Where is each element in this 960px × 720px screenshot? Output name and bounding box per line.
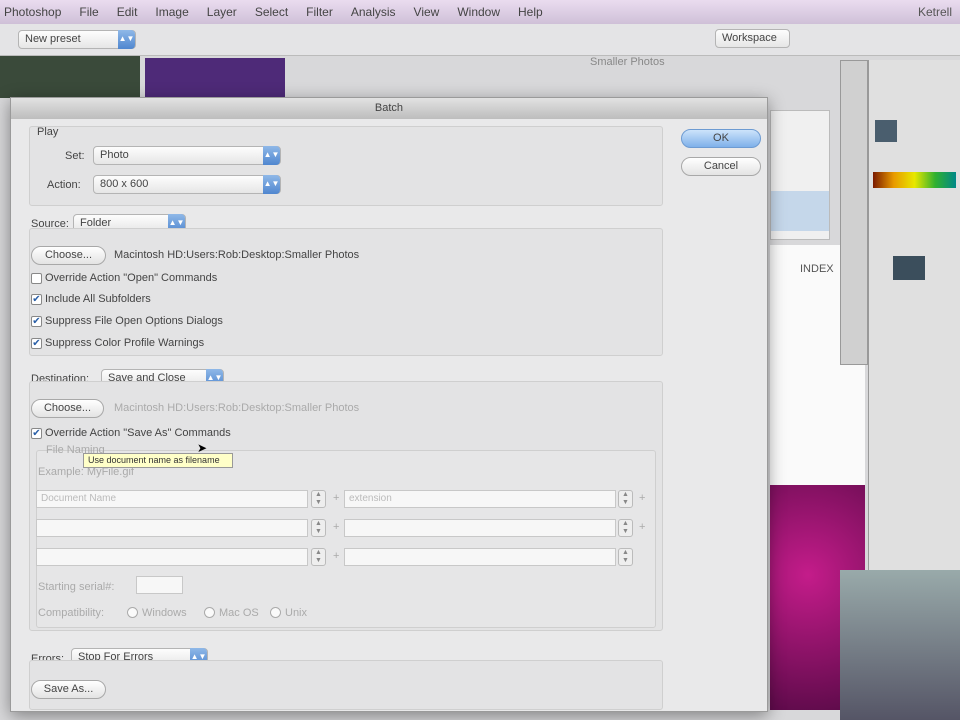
menu-edit[interactable]: Edit bbox=[117, 5, 138, 19]
menu-filter[interactable]: Filter bbox=[306, 5, 333, 19]
set-value: Photo bbox=[100, 149, 129, 161]
plus-3: + bbox=[333, 521, 340, 533]
serial-input[interactable] bbox=[136, 576, 183, 594]
naming-stepper-3[interactable]: ▲ ▼ bbox=[311, 519, 326, 537]
windows-radio[interactable] bbox=[127, 607, 138, 618]
color-swatch[interactable] bbox=[875, 120, 897, 142]
menu-layer[interactable]: Layer bbox=[207, 5, 237, 19]
naming-stepper-2[interactable]: ▲ ▼ bbox=[618, 490, 633, 508]
action-value: 800 x 600 bbox=[100, 178, 149, 190]
include-subfolders-label: Include All Subfolders bbox=[45, 293, 151, 305]
destination-choose-button[interactable]: Choose... bbox=[31, 399, 104, 418]
windows-label: Windows bbox=[142, 607, 187, 619]
override-save-as-checkbox[interactable]: ✔ bbox=[31, 428, 42, 439]
menubar-user[interactable]: Ketrell bbox=[918, 5, 952, 19]
macos-checkbox[interactable] bbox=[204, 607, 215, 618]
set-label: Set: bbox=[65, 150, 85, 162]
plus-1: + bbox=[333, 492, 340, 504]
play-label: Play bbox=[37, 126, 59, 138]
menu-photoshop[interactable]: Photoshop bbox=[4, 5, 61, 19]
naming-stepper-4[interactable]: ▲ ▼ bbox=[618, 519, 633, 537]
plus-4: + bbox=[639, 521, 646, 533]
panels-dock bbox=[868, 60, 960, 570]
purple-thumbnail bbox=[145, 58, 285, 98]
override-save-as-label: Override Action "Save As" Commands bbox=[45, 427, 231, 439]
naming-stepper-1[interactable]: ▲ ▼ bbox=[311, 490, 326, 508]
suppress-open-dialogs-checkbox[interactable]: ✔ bbox=[31, 316, 42, 327]
action-label: Action: bbox=[47, 179, 81, 191]
naming-stepper-6[interactable]: ▲ ▼ bbox=[618, 548, 633, 566]
document-label: INDEX bbox=[800, 263, 834, 275]
unix-checkbox[interactable] bbox=[270, 607, 281, 618]
naming-field-6[interactable] bbox=[344, 548, 616, 566]
plus-2: + bbox=[639, 492, 646, 504]
suppress-open-dialogs-label: Suppress File Open Options Dialogs bbox=[45, 315, 223, 327]
set-select[interactable]: Photo ▲▼ bbox=[93, 146, 281, 165]
naming-field-5[interactable] bbox=[36, 548, 308, 566]
override-open-label: Override Action "Open" Commands bbox=[45, 272, 218, 284]
unix-label: Unix bbox=[285, 607, 308, 619]
override-open-checkbox[interactable] bbox=[31, 273, 42, 284]
layer-thumbnail bbox=[893, 256, 925, 280]
menu-bar: Photoshop File Edit Image Layer Select F… bbox=[0, 0, 960, 24]
bridge-panel bbox=[770, 110, 830, 240]
save-as-button[interactable]: Save As... bbox=[31, 680, 106, 699]
naming-field-3[interactable] bbox=[36, 519, 308, 537]
naming-field-2[interactable]: extension bbox=[344, 490, 616, 508]
chevron-down-icon: ▲▼ bbox=[263, 175, 280, 194]
webcam-overlay bbox=[840, 570, 960, 720]
errors-group bbox=[29, 660, 663, 710]
naming-field-1[interactable]: Document Name bbox=[36, 490, 308, 508]
include-subfolders-checkbox[interactable]: ✔ bbox=[31, 294, 42, 305]
thumbnail-strip bbox=[0, 56, 140, 98]
action-select[interactable]: 800 x 600 ▲▼ bbox=[93, 175, 281, 194]
suppress-color-warnings-label: Suppress Color Profile Warnings bbox=[45, 337, 205, 349]
options-bar: New preset ▲▼ Workspace bbox=[0, 24, 960, 56]
suppress-color-warnings-checkbox[interactable]: ✔ bbox=[31, 338, 42, 349]
menu-help[interactable]: Help bbox=[518, 5, 543, 19]
ok-button[interactable]: OK bbox=[681, 129, 761, 148]
dialog-title: Batch bbox=[11, 98, 767, 119]
macos-label: Mac OS bbox=[219, 607, 259, 619]
workspace-value: Workspace bbox=[722, 32, 777, 44]
source-path: Macintosh HD:Users:Rob:Desktop:Smaller P… bbox=[114, 249, 360, 261]
cancel-button[interactable]: Cancel bbox=[681, 157, 761, 176]
tools-panel[interactable] bbox=[840, 60, 868, 365]
tooltip: Use document name as filename bbox=[83, 453, 233, 468]
naming-field-4[interactable] bbox=[344, 519, 616, 537]
chevron-down-icon: ▲▼ bbox=[263, 146, 280, 165]
menu-view[interactable]: View bbox=[414, 5, 440, 19]
compatibility-label: Compatibility: bbox=[38, 607, 105, 619]
chevron-down-icon: ▲▼ bbox=[118, 30, 135, 49]
menu-select[interactable]: Select bbox=[255, 5, 288, 19]
color-ramp[interactable] bbox=[873, 172, 956, 188]
naming-stepper-5[interactable]: ▲ ▼ bbox=[311, 548, 326, 566]
menu-image[interactable]: Image bbox=[155, 5, 188, 19]
preset-select[interactable]: New preset ▲▼ bbox=[18, 30, 136, 49]
menu-analysis[interactable]: Analysis bbox=[351, 5, 396, 19]
folder-label: Smaller Photos bbox=[590, 56, 665, 68]
batch-dialog: Batch Play Set: Photo ▲▼ Action: 800 x 60… bbox=[10, 97, 768, 712]
workspace-select[interactable]: Workspace bbox=[715, 29, 790, 48]
plus-5: + bbox=[333, 550, 340, 562]
preset-value: New preset bbox=[25, 33, 81, 45]
source-choose-button[interactable]: Choose... bbox=[31, 246, 106, 265]
menu-file[interactable]: File bbox=[79, 5, 98, 19]
play-group bbox=[29, 126, 663, 206]
destination-path: Macintosh HD:Users:Rob:Desktop:Smaller P… bbox=[114, 402, 360, 414]
menu-window[interactable]: Window bbox=[457, 5, 500, 19]
serial-label: Starting serial#: bbox=[38, 581, 115, 593]
mouse-cursor-icon: ➤ bbox=[197, 441, 208, 455]
